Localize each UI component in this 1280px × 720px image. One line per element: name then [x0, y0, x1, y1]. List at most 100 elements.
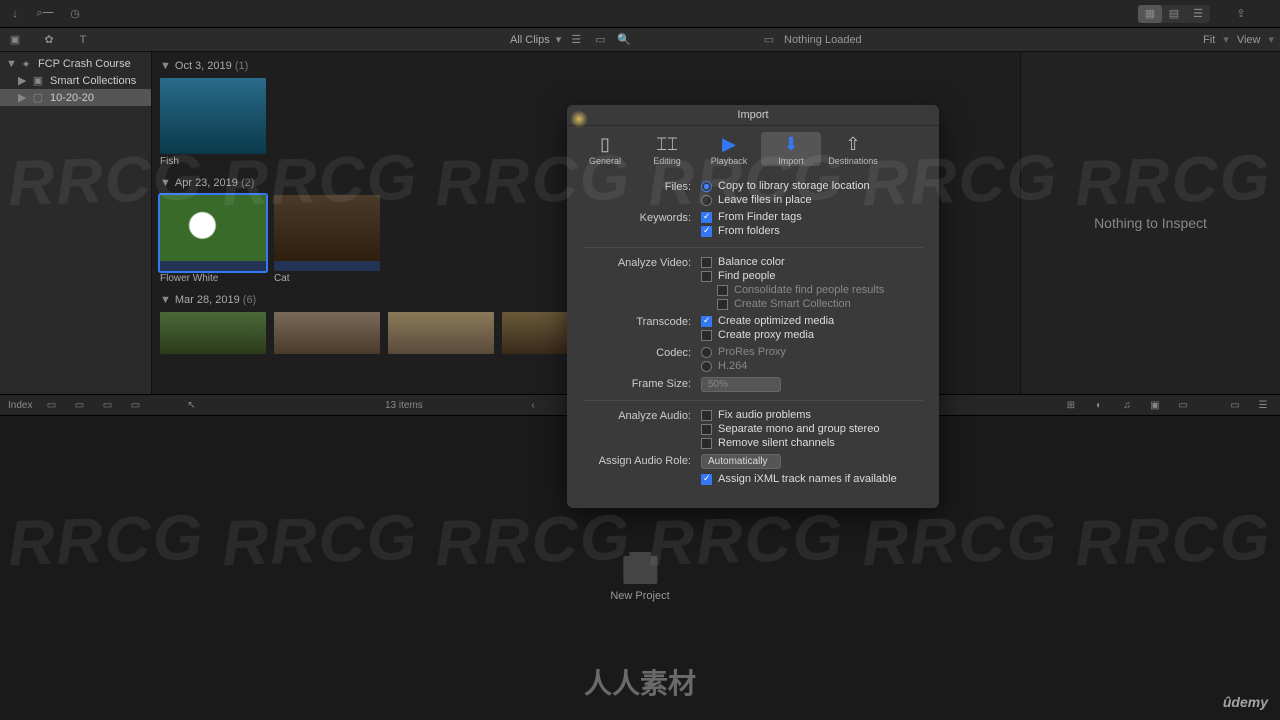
tl-opt-icon[interactable]: ◐ — [1090, 396, 1108, 414]
photos-icon[interactable]: ✿ — [40, 31, 58, 49]
tab-label: General — [589, 156, 621, 166]
tl-opt-icon[interactable]: ♫ — [1118, 396, 1136, 414]
opt-label: ProRes Proxy — [718, 346, 786, 358]
sidebar-item-event[interactable]: ▶ ▢ 10-20-20 — [0, 89, 151, 106]
tl-icon[interactable]: ▭ — [42, 396, 60, 414]
sidebar-item-library[interactable]: ▼ ✦ FCP Crash Course — [0, 56, 151, 72]
checkbox-find-people[interactable] — [701, 271, 712, 282]
dialog-title: Import — [567, 105, 939, 126]
opt-label: Balance color — [718, 256, 785, 268]
assign-role-select[interactable]: Automatically — [701, 454, 781, 469]
preferences-dialog: Import ▯General ⌶⌶Editing ▶Playback ⬇Imp… — [567, 105, 939, 508]
library-icon[interactable]: ▣ — [6, 31, 24, 49]
tl-icon[interactable]: ▭ — [70, 396, 88, 414]
disclosure-icon[interactable]: ▼ — [6, 58, 14, 70]
divider — [583, 247, 923, 248]
clip-thumb[interactable] — [160, 312, 266, 354]
tab-destinations[interactable]: ⇧Destinations — [823, 132, 883, 166]
layout-3-icon[interactable]: ☰ — [1186, 5, 1210, 23]
select-tool-icon[interactable]: ↖ — [182, 396, 200, 414]
index-button[interactable]: Index — [8, 400, 32, 411]
new-project-button[interactable]: New Project — [610, 556, 669, 602]
thumb-image — [388, 312, 494, 354]
clip-thumb[interactable] — [274, 312, 380, 354]
date-count: (1) — [235, 60, 248, 72]
tab-playback[interactable]: ▶Playback — [699, 132, 759, 166]
clip-thumb[interactable]: Flower White — [160, 195, 266, 284]
framesize-select[interactable]: 50% — [701, 377, 781, 392]
disclosure-icon[interactable]: ▶ — [18, 91, 26, 104]
opt-label: Remove silent channels — [718, 437, 835, 449]
list-view-icon[interactable]: ☰ — [567, 31, 585, 49]
fit-dropdown[interactable]: Fit — [1203, 34, 1215, 46]
opt-label: Assign iXML track names if available — [718, 473, 897, 485]
checkbox-remove-silent[interactable] — [701, 438, 712, 449]
tab-editing[interactable]: ⌶⌶Editing — [637, 132, 697, 166]
date-text: Apr 23, 2019 — [175, 177, 238, 189]
checkbox-balance-color[interactable] — [701, 257, 712, 268]
opt-label: Consolidate find people results — [734, 284, 884, 296]
tl-icon[interactable]: ▭ — [98, 396, 116, 414]
tl-icon[interactable]: ▭ — [126, 396, 144, 414]
opt-label: From folders — [718, 225, 780, 237]
import-media-icon[interactable]: ↓ — [6, 5, 24, 23]
layout-2-icon[interactable]: ▤ — [1162, 5, 1186, 23]
tl-opt-icon[interactable]: ▭ — [1226, 396, 1244, 414]
tab-label: Import — [778, 156, 804, 166]
checkbox-from-folders[interactable] — [701, 226, 712, 237]
clips-filter-dropdown[interactable]: All Clips — [510, 34, 550, 46]
workspace-segmented[interactable]: ▦ ▤ ☰ — [1138, 5, 1210, 23]
checkbox-finder-tags[interactable] — [701, 212, 712, 223]
radio-leave-in-place[interactable] — [701, 195, 712, 206]
tab-import[interactable]: ⬇Import — [761, 132, 821, 166]
sidebar-item-smart[interactable]: ▶ ▣ Smart Collections — [0, 72, 151, 89]
checkbox-separate-mono[interactable] — [701, 424, 712, 435]
checkbox-consolidate-people — [717, 285, 728, 296]
clip-thumb[interactable] — [388, 312, 494, 354]
layout-1-icon[interactable]: ▦ — [1138, 5, 1162, 23]
sidebar-label: Smart Collections — [50, 75, 136, 87]
browser-toolbar: ▣ ✿ T All Clips▾ ☰ ▭ 🔍 ▭ Nothing Loaded … — [0, 28, 1280, 52]
viewer-title: Nothing Loaded — [784, 34, 862, 46]
tl-opt-icon[interactable]: ▭ — [1174, 396, 1192, 414]
filmstrip-icon[interactable]: ▭ — [591, 31, 609, 49]
date-header[interactable]: ▼Oct 3, 2019 (1) — [160, 58, 1012, 74]
opt-label: Separate mono and group stereo — [718, 423, 879, 435]
checkbox-proxy-media[interactable] — [701, 330, 712, 341]
background-tasks-icon[interactable]: ◷ — [66, 5, 84, 23]
checkbox-fix-audio[interactable] — [701, 410, 712, 421]
tl-opt-icon[interactable]: ☰ — [1254, 396, 1272, 414]
clip-thumb[interactable]: Fish — [160, 78, 266, 167]
view-dropdown[interactable]: View — [1237, 34, 1261, 46]
checkbox-assign-ixml[interactable] — [701, 474, 712, 485]
search-icon[interactable]: 🔍 — [615, 31, 633, 49]
keyword-icon[interactable]: ⌕━ — [36, 5, 54, 23]
keywords-label: Keywords: — [583, 211, 701, 224]
tl-opt-icon[interactable]: ⊞ — [1062, 396, 1080, 414]
opt-label: Leave files in place — [718, 194, 812, 206]
share-icon[interactable]: ⇪ — [1232, 5, 1250, 23]
date-count: (2) — [241, 177, 254, 189]
thumb-image — [274, 312, 380, 354]
history-back-icon[interactable]: ‹ — [524, 396, 542, 414]
destinations-icon: ⇧ — [823, 132, 883, 156]
clapperboard-icon — [623, 556, 657, 584]
viewer-play-icon[interactable]: ▭ — [760, 31, 778, 49]
opt-label: Create Smart Collection — [734, 298, 851, 310]
radio-copy-to-library[interactable] — [701, 181, 712, 192]
tl-opt-icon[interactable]: ▣ — [1146, 396, 1164, 414]
clip-thumb[interactable]: Cat — [274, 195, 380, 284]
date-text: Mar 28, 2019 — [175, 294, 240, 306]
checkbox-optimized-media[interactable] — [701, 316, 712, 327]
tab-general[interactable]: ▯General — [575, 132, 635, 166]
new-project-label: New Project — [610, 590, 669, 602]
framesize-label: Frame Size: — [583, 377, 701, 390]
titles-icon[interactable]: T — [74, 31, 92, 49]
thumb-label: Flower White — [160, 271, 266, 284]
opt-label: Find people — [718, 270, 776, 282]
udemy-logo: ûdemy — [1223, 694, 1268, 710]
opt-label: H.264 — [718, 360, 747, 372]
disclosure-icon[interactable]: ▶ — [18, 74, 26, 87]
tab-label: Playback — [711, 156, 748, 166]
date-text: Oct 3, 2019 — [175, 60, 232, 72]
